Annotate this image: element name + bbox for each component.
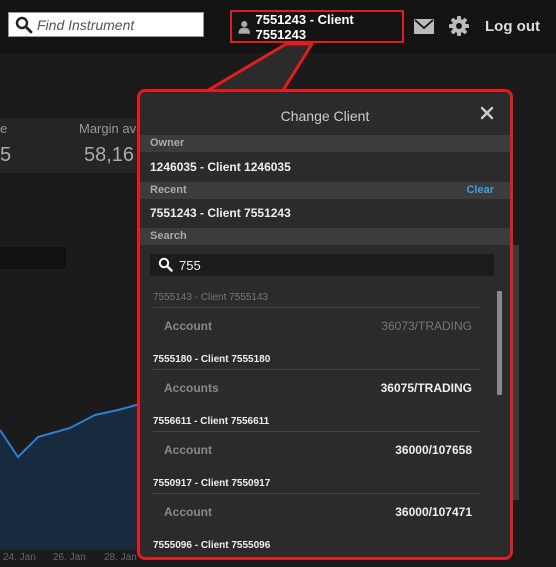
background-scrollbar: [513, 245, 519, 500]
result-account-value: 36000/107471: [395, 505, 472, 519]
background-chart: [0, 403, 140, 550]
gear-icon[interactable]: [449, 16, 469, 36]
dialog-title: Change Client: [280, 108, 370, 124]
margin-available-label: Margin av: [79, 121, 137, 136]
results-scrollbar[interactable]: [497, 291, 502, 395]
result-account-label: Account: [164, 505, 212, 519]
result-account-value: 36073/TRADING: [381, 319, 472, 333]
client-search[interactable]: [150, 254, 494, 276]
chart-axis-tick: 28. Jan: [104, 552, 137, 563]
search-icon: [15, 16, 33, 34]
search-result-item[interactable]: 7555143 - Client 7555143 Account 36073/T…: [140, 285, 490, 347]
instrument-search[interactable]: [8, 12, 204, 37]
close-icon[interactable]: [480, 106, 494, 120]
search-result-item[interactable]: 7555180 - Client 7555180 Accounts 36075/…: [140, 347, 490, 409]
top-bar: 7551243 - Client 7551243 Log out: [0, 0, 556, 53]
user-icon: [238, 20, 251, 34]
margin-available-value: 58,16: [84, 144, 135, 166]
divider: [153, 307, 480, 308]
result-account-value: 36075/TRADING: [380, 381, 472, 395]
clear-recent-link[interactable]: Clear: [466, 184, 494, 196]
owner-client[interactable]: 1246035 - Client 1246035: [150, 160, 291, 174]
search-results-list: 7555143 - Client 7555143 Account 36073/T…: [140, 285, 490, 557]
result-account-label: Account: [164, 319, 212, 333]
recent-client[interactable]: 7551243 - Client 7551243: [150, 206, 291, 220]
search-result-item[interactable]: 7555096 - Client 7555096: [140, 533, 490, 557]
instrument-search-input[interactable]: [37, 15, 197, 34]
result-client-name: 7556611 - Client 7556611: [153, 416, 270, 427]
logout-link[interactable]: Log out: [485, 18, 540, 35]
client-search-input[interactable]: [179, 256, 479, 274]
chart-axis-tick: 24. Jan: [3, 552, 36, 563]
result-client-name: 7555180 - Client 7555180: [153, 354, 271, 365]
summary-value-partial: 5: [0, 144, 12, 166]
result-client-name: 7555143 - Client 7555143: [153, 292, 269, 303]
search-icon: [158, 257, 173, 272]
mail-icon[interactable]: [414, 19, 434, 34]
recent-section-label: Recent: [140, 182, 510, 199]
result-account-value: 36000/107658: [395, 443, 472, 457]
client-selector-button[interactable]: 7551243 - Client 7551243: [230, 10, 404, 43]
search-result-item[interactable]: 7556611 - Client 7556611 Account 36000/1…: [140, 409, 490, 471]
background-input-bar: [0, 247, 66, 269]
result-account-label: Account: [164, 443, 212, 457]
divider: [153, 493, 480, 494]
divider: [153, 431, 480, 432]
result-client-name: 7555096 - Client 7555096: [153, 540, 271, 551]
search-section-label: Search: [140, 228, 510, 245]
divider: [153, 369, 480, 370]
result-account-label: Accounts: [164, 381, 219, 395]
change-client-dialog: Change Client Owner 1246035 - Client 124…: [137, 89, 513, 560]
chart-axis-tick: 26. Jan: [53, 552, 86, 563]
search-result-item[interactable]: 7550917 - Client 7550917 Account 36000/1…: [140, 471, 490, 533]
summary-label-partial: e: [0, 121, 8, 136]
owner-section-label: Owner: [140, 135, 510, 152]
result-client-name: 7550917 - Client 7550917: [153, 478, 271, 489]
dialog-header: Change Client: [140, 92, 510, 138]
client-selector-label: 7551243 - Client 7551243: [255, 11, 354, 42]
